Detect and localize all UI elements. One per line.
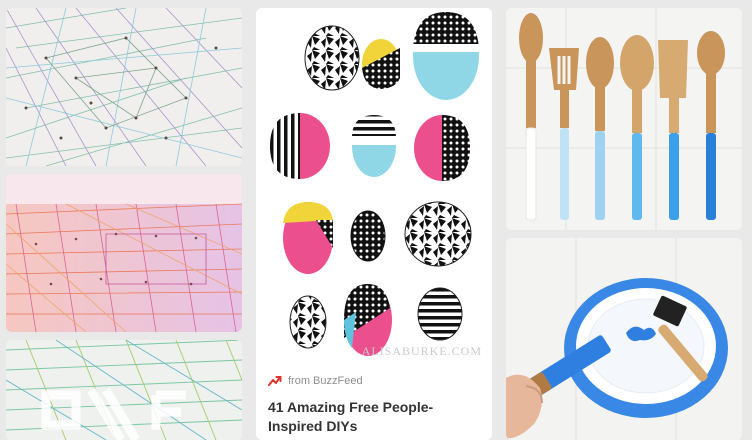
pin-image[interactable]: ALISABURKE.COM [256,8,492,362]
pin-painted-rocks[interactable]: ALISABURKE.COM from BuzzFeed 41 Amazing … [256,8,492,440]
painted-utensils-photo [506,8,742,230]
pin-source[interactable]: from BuzzFeed [256,370,492,392]
pin-painting-plate[interactable] [506,238,742,440]
pin-painted-spoons[interactable] [506,8,742,230]
pin-title[interactable]: 41 Amazing Free People-Inspired DIYs [256,398,492,436]
pin-image[interactable] [6,8,242,166]
string-art-photo [6,174,242,332]
pin-string-art-2[interactable] [6,174,242,332]
painted-rocks-photo [256,8,492,362]
pin-image[interactable] [6,174,242,332]
pin-string-art-3[interactable] [6,340,242,440]
pin-image[interactable] [6,340,242,440]
string-art-photo [6,340,242,440]
pin-source-label: from BuzzFeed [288,375,363,387]
trending-arrow-icon [268,374,282,388]
pin-image[interactable] [506,238,742,440]
pin-image[interactable] [506,8,742,230]
pin-string-art-1[interactable] [6,8,242,166]
painting-plate-photo [506,238,742,440]
watermark-text: ALISABURKE.COM [361,344,482,358]
string-art-photo [6,8,242,166]
